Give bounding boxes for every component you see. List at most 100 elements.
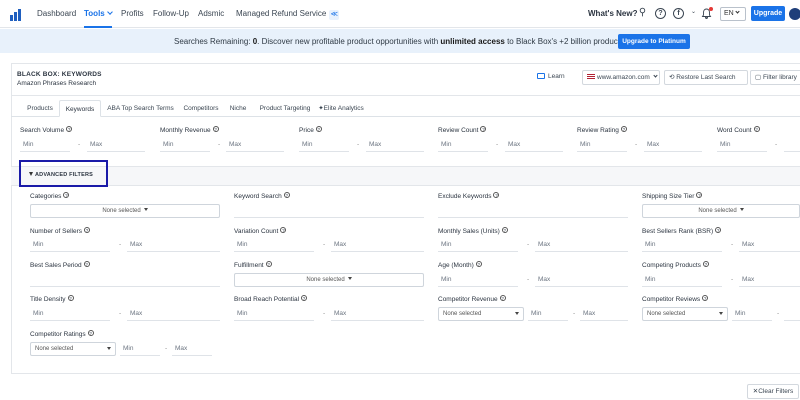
word-count-min-input[interactable]: Min (717, 139, 767, 152)
shipping-size-tier-select[interactable]: None selected (642, 204, 800, 218)
fulfillment-label: Fulfillment? (234, 261, 272, 269)
help-icon[interactable]: ? (87, 330, 94, 336)
competing-products-max-input[interactable]: Max (739, 274, 800, 287)
help-icon[interactable]: ? (67, 295, 74, 301)
help-icon[interactable]: ? (83, 261, 90, 267)
range-dash: - (527, 276, 530, 283)
bell-icon[interactable] (701, 7, 713, 19)
monthly-sales-max-input[interactable]: Max (535, 239, 628, 252)
price-max-input[interactable]: Max (366, 139, 424, 152)
price-min-input[interactable]: Min (299, 139, 349, 152)
nav-profits[interactable]: Profits (121, 9, 144, 18)
learn-button[interactable]: Learn (533, 70, 569, 85)
tab-elite-analytics[interactable]: ✦Elite Analytics (317, 100, 365, 117)
competing-products-min-input[interactable]: Min (642, 274, 722, 287)
help-icon[interactable]: ? (84, 227, 91, 233)
nav-managed-refund-service[interactable]: Managed Refund Service ≪ (236, 9, 340, 20)
help-icon[interactable]: ? (620, 126, 627, 132)
marketplace-select[interactable]: www.amazon.com (582, 70, 660, 85)
range-dash: - (119, 310, 122, 317)
help-icon[interactable]: ? (501, 227, 508, 233)
search-volume-min-input[interactable]: Min (20, 139, 70, 152)
bsr-min-input[interactable]: Min (642, 239, 722, 252)
competitor-reviews-min-input[interactable]: Min (732, 308, 772, 321)
bsr-max-input[interactable]: Max (739, 239, 800, 252)
help-icon[interactable]: ? (702, 261, 709, 267)
help-icon[interactable]: ? (715, 227, 722, 233)
competitor-revenue-select[interactable]: None selected (438, 307, 524, 321)
variation-count-min-input[interactable]: Min (234, 239, 314, 252)
help-icon[interactable]: ? (283, 192, 290, 198)
monthly-sales-min-input[interactable]: Min (438, 239, 518, 252)
title-density-min-input[interactable]: Min (30, 308, 110, 321)
age-min-input[interactable]: Min (438, 274, 518, 287)
language-select[interactable]: EN (720, 7, 746, 21)
search-volume-max-input[interactable]: Max (87, 139, 145, 152)
variation-count-max-input[interactable]: Max (331, 239, 424, 252)
label-text: Review Rating (577, 127, 619, 134)
exclude-keywords-input[interactable] (438, 205, 628, 218)
review-rating-max-input[interactable]: Max (644, 139, 702, 152)
whats-new-link[interactable]: What's New? (588, 9, 637, 18)
clear-filters-button[interactable]: ✕Clear Filters (747, 384, 799, 399)
competitor-revenue-max-input[interactable]: Max (580, 308, 628, 321)
monthly-revenue-min-input[interactable]: Min (160, 139, 210, 152)
helium10-logo-icon[interactable] (10, 9, 22, 21)
number-of-sellers-max-input[interactable]: Max (127, 239, 220, 252)
competitor-reviews-select[interactable]: None selected (642, 307, 728, 321)
help-icon[interactable]: ? (493, 192, 500, 198)
tab-competitors[interactable]: Competitors (181, 100, 221, 117)
nav-adsmic[interactable]: Adsmic (198, 9, 224, 18)
help-icon[interactable]: ? (499, 295, 506, 301)
help-icon[interactable]: ? (212, 126, 219, 132)
help-icon[interactable]: ? (265, 261, 272, 267)
upgrade-to-platinum-button[interactable]: Upgrade to Platinum (618, 34, 690, 49)
monthly-revenue-max-input[interactable]: Max (226, 139, 284, 152)
help-icon[interactable]: ? (63, 192, 70, 198)
chevron-down-icon[interactable]: ⌄ (688, 8, 699, 19)
help-icon[interactable]: ? (480, 126, 487, 132)
keyword-search-input[interactable] (234, 205, 424, 218)
tab-aba-top-search-terms[interactable]: ABA Top Search Terms (104, 100, 177, 117)
competitor-ratings-max-input[interactable]: Max (172, 343, 212, 356)
review-rating-min-input[interactable]: Min (577, 139, 627, 152)
help-icon[interactable]: ? (753, 126, 760, 132)
broad-reach-max-input[interactable]: Max (331, 308, 424, 321)
search-icon[interactable]: ⚲ (637, 8, 648, 19)
tab-products[interactable]: Products (22, 100, 58, 117)
help-icon[interactable]: ? (696, 192, 703, 198)
help-icon[interactable]: ? (655, 8, 666, 19)
number-of-sellers-min-input[interactable]: Min (30, 239, 110, 252)
help-icon[interactable]: ? (301, 295, 308, 301)
nav-follow-up[interactable]: Follow-Up (153, 9, 189, 18)
facebook-icon[interactable]: f (673, 8, 684, 19)
word-count-max-input[interactable] (784, 139, 800, 152)
help-icon[interactable]: ? (702, 295, 709, 301)
upgrade-button[interactable]: Upgrade (751, 6, 785, 21)
tab-niche[interactable]: Niche (227, 100, 249, 117)
title-density-max-input[interactable]: Max (127, 308, 220, 321)
best-sales-period-input[interactable] (30, 274, 220, 287)
restore-last-search-button[interactable]: ⟲ Restore Last Search (664, 70, 748, 85)
help-icon[interactable]: ? (66, 126, 73, 132)
fulfillment-select[interactable]: None selected (234, 273, 424, 287)
categories-select[interactable]: None selected (30, 204, 220, 218)
review-count-max-input[interactable]: Max (505, 139, 563, 152)
tab-product-targeting[interactable]: Product Targeting (258, 100, 312, 117)
review-count-min-input[interactable]: Min (438, 139, 488, 152)
apps-grid-icon[interactable] (789, 8, 800, 20)
broad-reach-min-input[interactable]: Min (234, 308, 314, 321)
competitor-ratings-select[interactable]: None selected (30, 342, 116, 356)
help-icon[interactable]: ? (280, 227, 287, 233)
age-max-input[interactable]: Max (535, 274, 628, 287)
filter-library-button[interactable]: ▢ Filter library (750, 70, 800, 85)
competitor-revenue-min-input[interactable]: Min (528, 308, 568, 321)
competitor-ratings-min-input[interactable]: Min (120, 343, 160, 356)
tab-keywords[interactable]: Keywords (59, 100, 101, 117)
nav-dashboard[interactable]: Dashboard (37, 9, 76, 18)
help-icon[interactable]: ? (315, 126, 322, 132)
label-text: Word Count (717, 127, 752, 134)
nav-tools[interactable]: Tools (84, 9, 113, 18)
help-icon[interactable]: ? (475, 261, 482, 267)
competitor-reviews-max-input[interactable] (784, 308, 800, 321)
